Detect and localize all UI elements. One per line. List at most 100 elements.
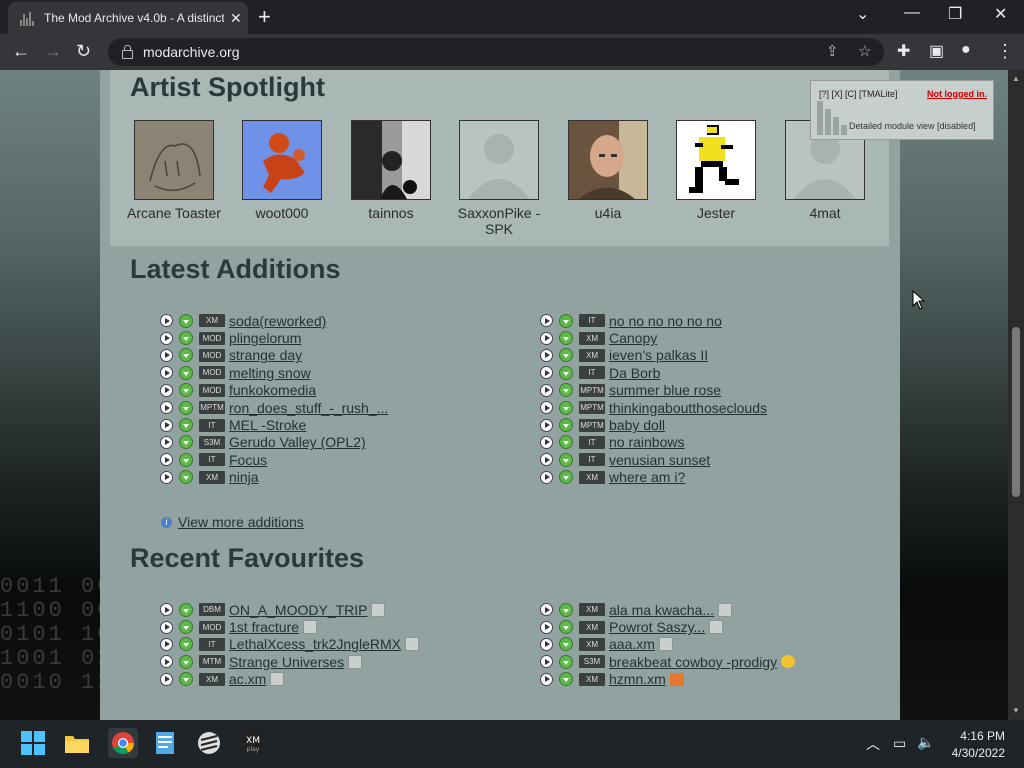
side-panel-icon[interactable]: ▣ [929, 41, 944, 61]
play-icon[interactable] [540, 366, 553, 380]
download-icon[interactable] [179, 348, 193, 363]
login-status-link[interactable]: Not logged in. [927, 89, 987, 99]
download-icon[interactable] [179, 620, 193, 635]
play-icon[interactable] [160, 637, 173, 651]
play-icon[interactable] [160, 672, 173, 686]
artist-card[interactable]: SaxxonPike - SPK [444, 120, 554, 237]
module-link[interactable]: no no no no no no [609, 313, 722, 329]
play-icon[interactable] [160, 620, 173, 634]
play-icon[interactable] [160, 366, 173, 380]
play-icon[interactable] [160, 453, 173, 467]
module-link[interactable]: plingelorum [229, 330, 301, 346]
play-icon[interactable] [540, 348, 553, 362]
artist-avatar[interactable] [351, 120, 431, 200]
scroll-down-icon[interactable]: ▼ [1012, 706, 1020, 715]
artist-name[interactable]: 4mat [770, 205, 880, 221]
download-icon[interactable] [559, 365, 573, 380]
minimize-icon[interactable]: — [904, 4, 920, 22]
download-icon[interactable] [559, 672, 573, 687]
module-link[interactable]: soda(reworked) [229, 313, 326, 329]
play-icon[interactable] [540, 655, 553, 669]
module-link[interactable]: thinkingaboutthoseclouds [609, 400, 767, 416]
address-bar[interactable]: modarchive.org ⇪ ☆ [108, 38, 884, 66]
page-scrollbar[interactable]: ▲ ▼ [1008, 70, 1024, 720]
download-icon[interactable] [559, 620, 573, 635]
download-icon[interactable] [559, 435, 573, 450]
download-icon[interactable] [179, 672, 193, 687]
artist-name[interactable]: Jester [661, 205, 771, 221]
play-icon[interactable] [160, 383, 173, 397]
play-icon[interactable] [540, 453, 553, 467]
view-more-additions-link[interactable]: View more additions [178, 514, 304, 530]
module-link[interactable]: strange day [229, 347, 302, 363]
download-icon[interactable] [559, 331, 573, 346]
extensions-icon[interactable]: ✚ [897, 41, 910, 61]
bookmark-star-icon[interactable]: ☆ [858, 42, 871, 60]
reload-icon[interactable]: ↻ [76, 41, 91, 62]
download-icon[interactable] [559, 602, 573, 617]
share-icon[interactable]: ⇪ [826, 42, 839, 60]
module-link[interactable]: where am i? [609, 469, 685, 485]
play-icon[interactable] [160, 655, 173, 669]
download-icon[interactable] [179, 365, 193, 380]
module-link[interactable]: summer blue rose [609, 382, 721, 398]
profile-icon[interactable]: ● [961, 41, 971, 59]
play-icon[interactable] [540, 331, 553, 345]
back-icon[interactable]: ← [12, 41, 30, 62]
artist-card[interactable]: Jester [661, 120, 771, 221]
windows-start-icon[interactable] [20, 730, 46, 756]
artist-card[interactable]: tainnos [336, 120, 446, 221]
module-link[interactable]: funkokomedia [229, 382, 316, 398]
chrome-icon[interactable] [108, 728, 138, 758]
download-icon[interactable] [559, 637, 573, 652]
module-link[interactable]: ninja [229, 469, 259, 485]
notepad-icon[interactable] [152, 730, 178, 756]
file-explorer-icon[interactable] [64, 730, 90, 756]
artist-name[interactable]: SaxxonPike - SPK [444, 205, 554, 237]
play-icon[interactable] [160, 348, 173, 362]
module-link[interactable]: LethalXcess_trk2JngleRMX [229, 636, 401, 652]
play-icon[interactable] [540, 418, 553, 432]
download-icon[interactable] [559, 470, 573, 485]
module-link[interactable]: breakbeat cowboy -prodigy [609, 654, 777, 670]
clock[interactable]: 4:16 PM 4/30/2022 [950, 729, 1005, 760]
artist-avatar-placeholder[interactable] [459, 120, 539, 200]
network-icon[interactable]: ▭ [893, 735, 906, 752]
module-link[interactable]: Strange Universes [229, 654, 344, 670]
play-icon[interactable] [540, 314, 553, 328]
module-link[interactable]: Da Borb [609, 365, 660, 381]
artist-name[interactable]: Arcane Toaster [119, 205, 229, 221]
module-link[interactable]: MEL -Stroke [229, 417, 306, 433]
download-icon[interactable] [179, 400, 193, 415]
download-icon[interactable] [559, 383, 573, 398]
module-link[interactable]: melting snow [229, 365, 311, 381]
module-link[interactable]: baby doll [609, 417, 665, 433]
play-icon[interactable] [160, 603, 173, 617]
artist-avatar[interactable] [134, 120, 214, 200]
play-icon[interactable] [540, 637, 553, 651]
download-icon[interactable] [179, 452, 193, 467]
close-window-icon[interactable]: ✕ [994, 4, 1007, 24]
play-icon[interactable] [160, 470, 173, 484]
openmpt-icon[interactable] [196, 730, 222, 756]
download-icon[interactable] [559, 654, 573, 669]
download-icon[interactable] [179, 331, 193, 346]
module-link[interactable]: 1st fracture [229, 619, 299, 635]
module-link[interactable]: venusian sunset [609, 452, 710, 468]
download-icon[interactable] [559, 348, 573, 363]
module-link[interactable]: ieven's palkas II [609, 347, 708, 363]
download-icon[interactable] [559, 418, 573, 433]
play-icon[interactable] [160, 401, 173, 415]
module-link[interactable]: hzmn.xm [609, 671, 666, 687]
play-icon[interactable] [540, 470, 553, 484]
play-icon[interactable] [160, 435, 173, 449]
download-icon[interactable] [179, 470, 193, 485]
play-icon[interactable] [540, 383, 553, 397]
play-icon[interactable] [540, 620, 553, 634]
artist-name[interactable]: u4ia [553, 205, 663, 221]
module-link[interactable]: Gerudo Valley (OPL2) [229, 434, 366, 450]
module-link[interactable]: aaa.xm [609, 636, 655, 652]
download-icon[interactable] [179, 313, 193, 328]
tab-close-icon[interactable]: ✕ [230, 10, 242, 27]
download-icon[interactable] [179, 602, 193, 617]
